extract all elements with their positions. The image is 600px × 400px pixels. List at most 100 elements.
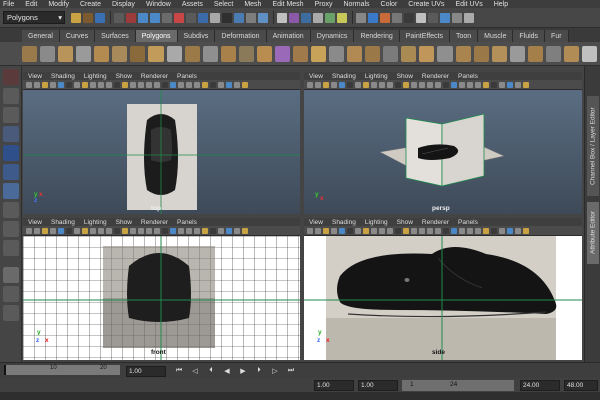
lasso-tool-icon[interactable] — [3, 88, 19, 104]
viewport-menu-lighting[interactable]: Lighting — [84, 73, 107, 80]
character-controls-icon[interactable] — [464, 12, 474, 23]
poly-cylinder-icon[interactable] — [58, 45, 74, 62]
bookmarks-icon[interactable] — [42, 81, 48, 88]
menu-display[interactable]: Display — [112, 1, 135, 8]
fill-hole-icon[interactable] — [347, 45, 363, 62]
snap-grid-icon[interactable] — [277, 12, 287, 23]
menu-proxy[interactable]: Proxy — [315, 1, 333, 8]
grid-icon[interactable] — [74, 227, 80, 234]
open-scene-icon[interactable] — [83, 12, 93, 23]
select-camera-icon[interactable] — [307, 81, 313, 88]
poly-torus-icon[interactable] — [112, 45, 128, 62]
shadows-icon[interactable] — [178, 227, 184, 234]
smooth-shade-icon[interactable] — [419, 81, 425, 88]
field-chart-icon[interactable] — [387, 227, 393, 234]
start-time-field[interactable]: 1.00 — [314, 380, 354, 391]
field-chart-icon[interactable] — [387, 81, 393, 88]
xray-joints-icon[interactable] — [234, 227, 240, 234]
viewport-persp[interactable]: View Shading Lighting Show Renderer Panels pe… — [304, 72, 582, 214]
menu-assets[interactable]: Assets — [182, 1, 203, 8]
time-slider[interactable]: 10 20 1.00 ⏮ ◁ ⏴ ◀ ▶ ⏵ ▷ ⏭ — [0, 362, 600, 378]
viewport-menu-view[interactable]: View — [309, 219, 323, 226]
show-hide-channel-box-icon[interactable] — [428, 12, 438, 23]
xray-icon[interactable] — [507, 81, 513, 88]
bookmarks-icon[interactable] — [323, 81, 329, 88]
viewport-canvas[interactable]: front y z x — [23, 236, 300, 360]
xray-icon[interactable] — [226, 81, 232, 88]
tab-fluids[interactable]: Fluids — [513, 30, 546, 42]
xray-icon[interactable] — [226, 227, 232, 234]
menu-edit-uvs[interactable]: Edit UVs — [455, 1, 482, 8]
default-material-icon[interactable] — [146, 227, 152, 234]
shadows-icon[interactable] — [178, 81, 184, 88]
viewport-menu-shading[interactable]: Shading — [332, 73, 356, 80]
smooth-shade-icon[interactable] — [138, 227, 144, 234]
viewport-menu-renderer[interactable]: Renderer — [141, 219, 168, 226]
2d-pan-zoom-icon[interactable] — [339, 227, 345, 234]
wireframe-on-shaded-icon[interactable] — [154, 227, 160, 234]
hypershade-icon[interactable] — [392, 12, 402, 23]
backface-culling-icon[interactable] — [242, 227, 248, 234]
camera-attributes-icon[interactable] — [315, 81, 321, 88]
quadrangulate-icon[interactable] — [545, 45, 561, 62]
field-chart-icon[interactable] — [106, 227, 112, 234]
playback-start-field[interactable]: 1.00 — [358, 380, 398, 391]
split-polygon-icon[interactable] — [383, 45, 399, 62]
isolate-select-icon[interactable] — [218, 227, 224, 234]
viewport-side[interactable]: View Shading Lighting Show Renderer Panels si… — [304, 218, 582, 360]
grid-icon[interactable] — [355, 81, 361, 88]
film-gate-icon[interactable] — [82, 227, 88, 234]
film-gate-icon[interactable] — [363, 81, 369, 88]
step-forward-icon[interactable]: ▷ — [270, 366, 280, 376]
input-line-icon[interactable] — [440, 12, 450, 23]
anti-aliasing-icon[interactable] — [483, 227, 489, 234]
wireframe-on-shaded-icon[interactable] — [435, 227, 441, 234]
resolution-gate-icon[interactable] — [371, 81, 377, 88]
viewport-menu-lighting[interactable]: Lighting — [365, 73, 388, 80]
motion-blur-icon[interactable] — [194, 227, 200, 234]
viewport-menu-view[interactable]: View — [309, 73, 323, 80]
current-time-marker[interactable] — [4, 365, 6, 375]
resolution-gate-icon[interactable] — [90, 227, 96, 234]
render-settings-icon[interactable] — [380, 12, 390, 23]
step-back-icon[interactable]: ◁ — [190, 366, 200, 376]
default-material-icon[interactable] — [146, 81, 152, 88]
bookmarks-icon[interactable] — [42, 227, 48, 234]
safe-action-icon[interactable] — [395, 81, 401, 88]
show-manipulator-icon[interactable] — [3, 221, 19, 237]
poly-prism-icon[interactable] — [130, 45, 146, 62]
textured-icon[interactable] — [443, 81, 449, 88]
triangulate-icon[interactable] — [527, 45, 543, 62]
grease-pencil-icon[interactable] — [347, 81, 353, 88]
use-all-lights-icon[interactable] — [451, 81, 457, 88]
safe-action-icon[interactable] — [114, 81, 120, 88]
menu-set-select[interactable]: Polygons ▾ — [3, 11, 65, 24]
select-camera-icon[interactable] — [26, 227, 32, 234]
safe-title-icon[interactable] — [403, 81, 409, 88]
playback-end-field[interactable]: 24.00 — [520, 380, 560, 391]
wireframe-icon[interactable] — [130, 81, 136, 88]
grease-pencil-icon[interactable] — [66, 81, 72, 88]
wireframe-icon[interactable] — [411, 227, 417, 234]
2d-pan-zoom-icon[interactable] — [58, 81, 64, 88]
menu-color[interactable]: Color — [381, 1, 398, 8]
motion-blur-icon[interactable] — [194, 81, 200, 88]
grid-icon[interactable] — [74, 81, 80, 88]
viewport-top[interactable]: View Shading Lighting Show Renderer Panels to… — [23, 72, 300, 214]
select-camera-icon[interactable] — [307, 227, 313, 234]
bevel-icon[interactable] — [437, 45, 453, 62]
poly-sphere-icon[interactable] — [22, 45, 38, 62]
snap-view-plane-icon[interactable] — [313, 12, 323, 23]
tab-muscle[interactable]: Muscle — [478, 30, 514, 42]
menu-create[interactable]: Create — [80, 1, 101, 8]
textured-icon[interactable] — [443, 227, 449, 234]
viewport-menu-show[interactable]: Show — [116, 219, 132, 226]
backface-culling-icon[interactable] — [242, 81, 248, 88]
show-hide-tool-settings-icon[interactable] — [416, 12, 426, 23]
channel-box-tab[interactable]: Channel Box / Layer Editor — [587, 96, 599, 196]
motion-blur-icon[interactable] — [475, 227, 481, 234]
bridge-icon[interactable] — [473, 45, 489, 62]
reduce-icon[interactable] — [509, 45, 525, 62]
menu-create-uvs[interactable]: Create UVs — [408, 1, 444, 8]
highlight-selection-icon[interactable] — [258, 12, 268, 23]
